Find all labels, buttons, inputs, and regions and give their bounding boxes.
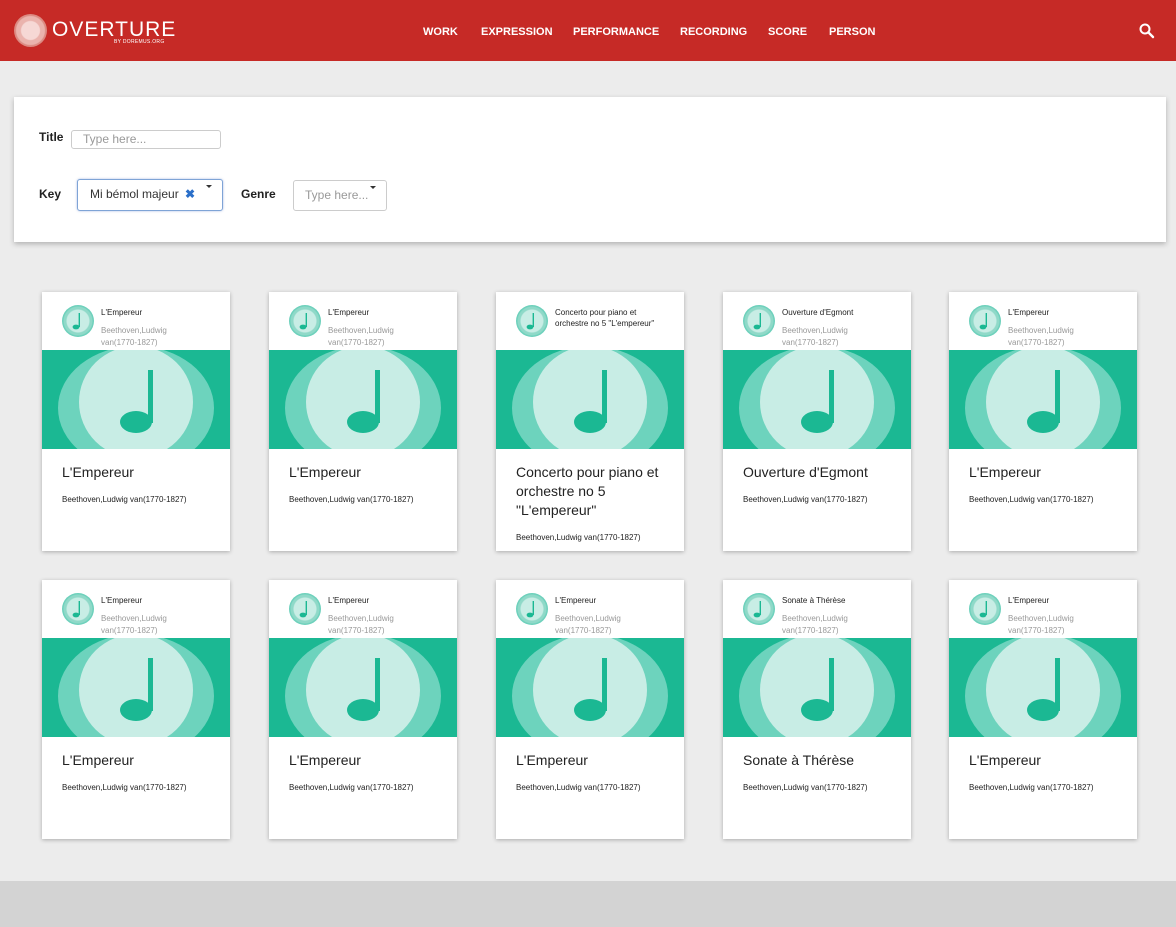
nav-score[interactable]: SCORE (768, 26, 807, 38)
title-label: Title (39, 130, 64, 144)
card-header-subtitle: Beethoven,Ludwig van(1770-1827) (555, 614, 621, 635)
card-header-title: L'Empereur (555, 596, 597, 605)
work-card[interactable]: Sonate à Thérèse Beethoven,Ludwig van(17… (723, 580, 911, 839)
card-media-music-note-icon (496, 350, 684, 449)
card-media-music-note-icon (42, 638, 230, 737)
search-icon[interactable] (1138, 22, 1156, 40)
nav-work[interactable]: WORK (423, 26, 458, 38)
card-composer: Beethoven,Ludwig van(1770-1827) (62, 783, 187, 792)
card-header-title: L'Empereur (101, 596, 143, 605)
card-media-music-note-icon (723, 350, 911, 449)
card-media-music-note-icon (269, 638, 457, 737)
card-title[interactable]: L'Empereur (969, 751, 1129, 770)
card-media-music-note-icon (42, 350, 230, 449)
nav-expression[interactable]: EXPRESSION (481, 26, 553, 38)
clear-key-icon[interactable]: ✖ (185, 187, 195, 201)
card-composer: Beethoven,Ludwig van(1770-1827) (516, 533, 641, 542)
card-title[interactable]: Ouverture d'Egmont (743, 463, 903, 482)
logo-circle-icon (14, 14, 47, 47)
card-header-subtitle: Beethoven,Ludwig van(1770-1827) (101, 614, 167, 635)
card-media-music-note-icon (496, 638, 684, 737)
filter-panel: Title Type here... Key Mi bémol majeur ✖… (14, 97, 1166, 242)
card-header-subtitle: Beethoven,Ludwig van(1770-1827) (101, 326, 167, 347)
music-note-avatar-icon (743, 305, 775, 337)
card-header-subtitle: Beethoven,Ludwig van(1770-1827) (328, 326, 394, 347)
card-header-title: L'Empereur (101, 308, 143, 317)
work-card[interactable]: L'Empereur Beethoven,Ludwig van(1770-182… (949, 580, 1137, 839)
card-header-subtitle: Beethoven,Ludwig van(1770-1827) (782, 326, 848, 347)
card-composer: Beethoven,Ludwig van(1770-1827) (969, 783, 1094, 792)
card-header-subtitle: Beethoven,Ludwig van(1770-1827) (1008, 326, 1074, 347)
key-label: Key (39, 187, 62, 201)
music-note-avatar-icon (289, 305, 321, 337)
music-note-avatar-icon (62, 305, 94, 337)
card-title[interactable]: L'Empereur (516, 751, 676, 770)
card-composer: Beethoven,Ludwig van(1770-1827) (289, 783, 414, 792)
card-header-title: L'Empereur (1008, 308, 1050, 317)
card-title[interactable]: Sonate à Thérèse (743, 751, 903, 770)
overture-logo[interactable]: OVERTURE BY DOREMUS.ORG (14, 14, 175, 48)
work-card[interactable]: Concerto pour piano et orchestre no 5 "L… (496, 292, 684, 551)
footer-band (0, 881, 1176, 927)
card-composer: Beethoven,Ludwig van(1770-1827) (743, 783, 868, 792)
nav-person[interactable]: PERSON (829, 26, 875, 38)
card-header-title: L'Empereur (1008, 596, 1050, 605)
card-header-subtitle: Beethoven,Ludwig van(1770-1827) (782, 614, 848, 635)
card-media-music-note-icon (269, 350, 457, 449)
work-card[interactable]: L'Empereur Beethoven,Ludwig van(1770-182… (42, 292, 230, 551)
music-note-avatar-icon (516, 305, 548, 337)
card-media-music-note-icon (949, 638, 1137, 737)
card-header-title: Concerto pour piano et orchestre no 5 "L… (555, 308, 655, 328)
key-dropdown-caret-icon[interactable] (206, 185, 212, 188)
card-title[interactable]: L'Empereur (62, 463, 222, 482)
card-media-music-note-icon (723, 638, 911, 737)
work-card[interactable]: L'Empereur Beethoven,Ludwig van(1770-182… (269, 292, 457, 551)
work-card[interactable]: L'Empereur Beethoven,Ludwig van(1770-182… (42, 580, 230, 839)
music-note-avatar-icon (969, 305, 1001, 337)
card-title[interactable]: Concerto pour piano et orchestre no 5 "L… (516, 463, 676, 520)
card-header-subtitle: Beethoven,Ludwig van(1770-1827) (328, 614, 394, 635)
card-media-music-note-icon (949, 350, 1137, 449)
card-title[interactable]: L'Empereur (62, 751, 222, 770)
card-composer: Beethoven,Ludwig van(1770-1827) (516, 783, 641, 792)
music-note-avatar-icon (62, 593, 94, 625)
genre-dropdown-caret-icon[interactable] (370, 186, 376, 189)
work-card[interactable]: L'Empereur Beethoven,Ludwig van(1770-182… (949, 292, 1137, 551)
music-note-avatar-icon (969, 593, 1001, 625)
card-title[interactable]: L'Empereur (289, 751, 449, 770)
music-note-avatar-icon (516, 593, 548, 625)
card-header-title: L'Empereur (328, 308, 370, 317)
card-header-title: Ouverture d'Egmont (782, 308, 854, 317)
card-composer: Beethoven,Ludwig van(1770-1827) (289, 495, 414, 504)
card-title[interactable]: L'Empereur (969, 463, 1129, 482)
card-composer: Beethoven,Ludwig van(1770-1827) (743, 495, 868, 504)
card-title[interactable]: L'Empereur (289, 463, 449, 482)
top-app-bar: OVERTURE BY DOREMUS.ORG WORK EXPRESSION … (0, 0, 1176, 61)
nav-recording[interactable]: RECORDING (680, 26, 747, 38)
card-header-subtitle: Beethoven,Ludwig van(1770-1827) (1008, 614, 1074, 635)
work-card[interactable]: L'Empereur Beethoven,Ludwig van(1770-182… (269, 580, 457, 839)
key-selected-value: Mi bémol majeur (90, 187, 179, 201)
genre-label: Genre (241, 187, 276, 201)
card-header-title: L'Empereur (328, 596, 370, 605)
card-header-title: Sonate à Thérèse (782, 596, 846, 605)
card-composer: Beethoven,Ludwig van(1770-1827) (62, 495, 187, 504)
work-card[interactable]: L'Empereur Beethoven,Ludwig van(1770-182… (496, 580, 684, 839)
genre-select[interactable]: Type here... (293, 180, 387, 211)
genre-placeholder: Type here... (305, 188, 369, 202)
key-select[interactable]: Mi bémol majeur ✖ (77, 179, 223, 211)
card-composer: Beethoven,Ludwig van(1770-1827) (969, 495, 1094, 504)
music-note-avatar-icon (289, 593, 321, 625)
nav-performance[interactable]: PERFORMANCE (573, 26, 659, 38)
work-card[interactable]: Ouverture d'Egmont Beethoven,Ludwig van(… (723, 292, 911, 551)
music-note-avatar-icon (743, 593, 775, 625)
title-input[interactable]: Type here... (71, 130, 221, 149)
logo-tagline: BY DOREMUS.ORG (114, 39, 165, 45)
